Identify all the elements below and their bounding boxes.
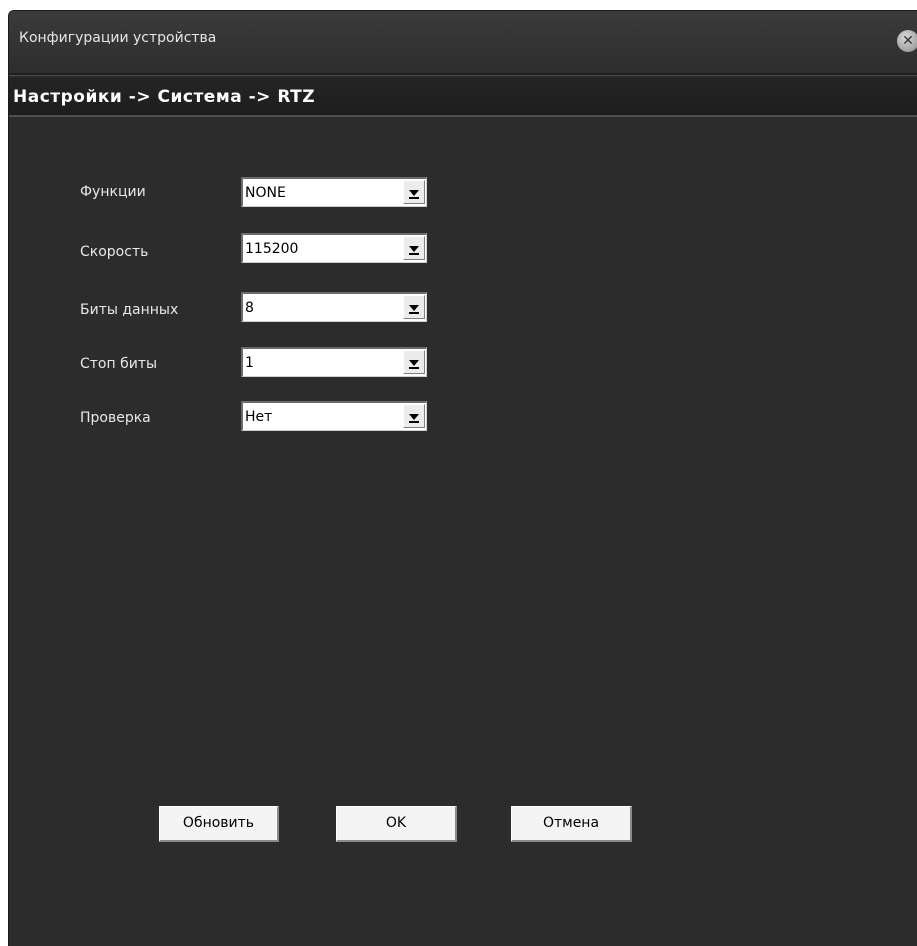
speed-select[interactable]: 115200 [241,233,427,263]
breadcrumb-bar: Настройки -> Система -> RTZ [9,77,917,117]
speed-select-value: 115200 [245,241,299,257]
stop-bits-select[interactable]: 1 [241,347,427,377]
parity-select-value: Нет [245,409,273,425]
form-row-data-bits: Биты данных 8 [9,292,917,324]
divider [9,73,917,76]
data-bits-label: Биты данных [80,302,179,318]
close-icon[interactable]: ✕ [897,30,917,52]
form-row-parity: Проверка Нет [9,401,917,433]
functions-label: Функции [80,184,146,200]
functions-select-value: NONE [245,185,286,201]
speed-label: Скорость [80,244,149,260]
functions-select[interactable]: NONE [241,177,427,207]
refresh-button[interactable]: Обновить [159,806,279,842]
chevron-down-icon[interactable] [403,236,425,260]
form-row-speed: Скорость 115200 [9,233,917,265]
stop-bits-select-value: 1 [245,355,254,371]
breadcrumb: Настройки -> Система -> RTZ [13,87,316,107]
form-row-stop-bits: Стоп биты 1 [9,347,917,379]
parity-label: Проверка [80,410,151,426]
chevron-down-icon[interactable] [403,350,425,374]
stop-bits-label: Стоп биты [80,356,158,372]
chevron-down-icon[interactable] [403,404,425,428]
chevron-down-icon[interactable] [403,180,425,204]
data-bits-select[interactable]: 8 [241,292,427,322]
parity-select[interactable]: Нет [241,401,427,431]
chevron-down-icon[interactable] [403,295,425,319]
config-dialog: Конфигурации устройства ✕ Настройки -> С… [8,10,917,946]
form-row-functions: Функции NONE [9,177,917,209]
data-bits-select-value: 8 [245,300,254,316]
window-title: Конфигурации устройства [19,30,217,46]
cancel-button[interactable]: Отмена [511,806,632,842]
ok-button[interactable]: OK [336,806,457,842]
title-bar: Конфигурации устройства ✕ [9,11,917,73]
